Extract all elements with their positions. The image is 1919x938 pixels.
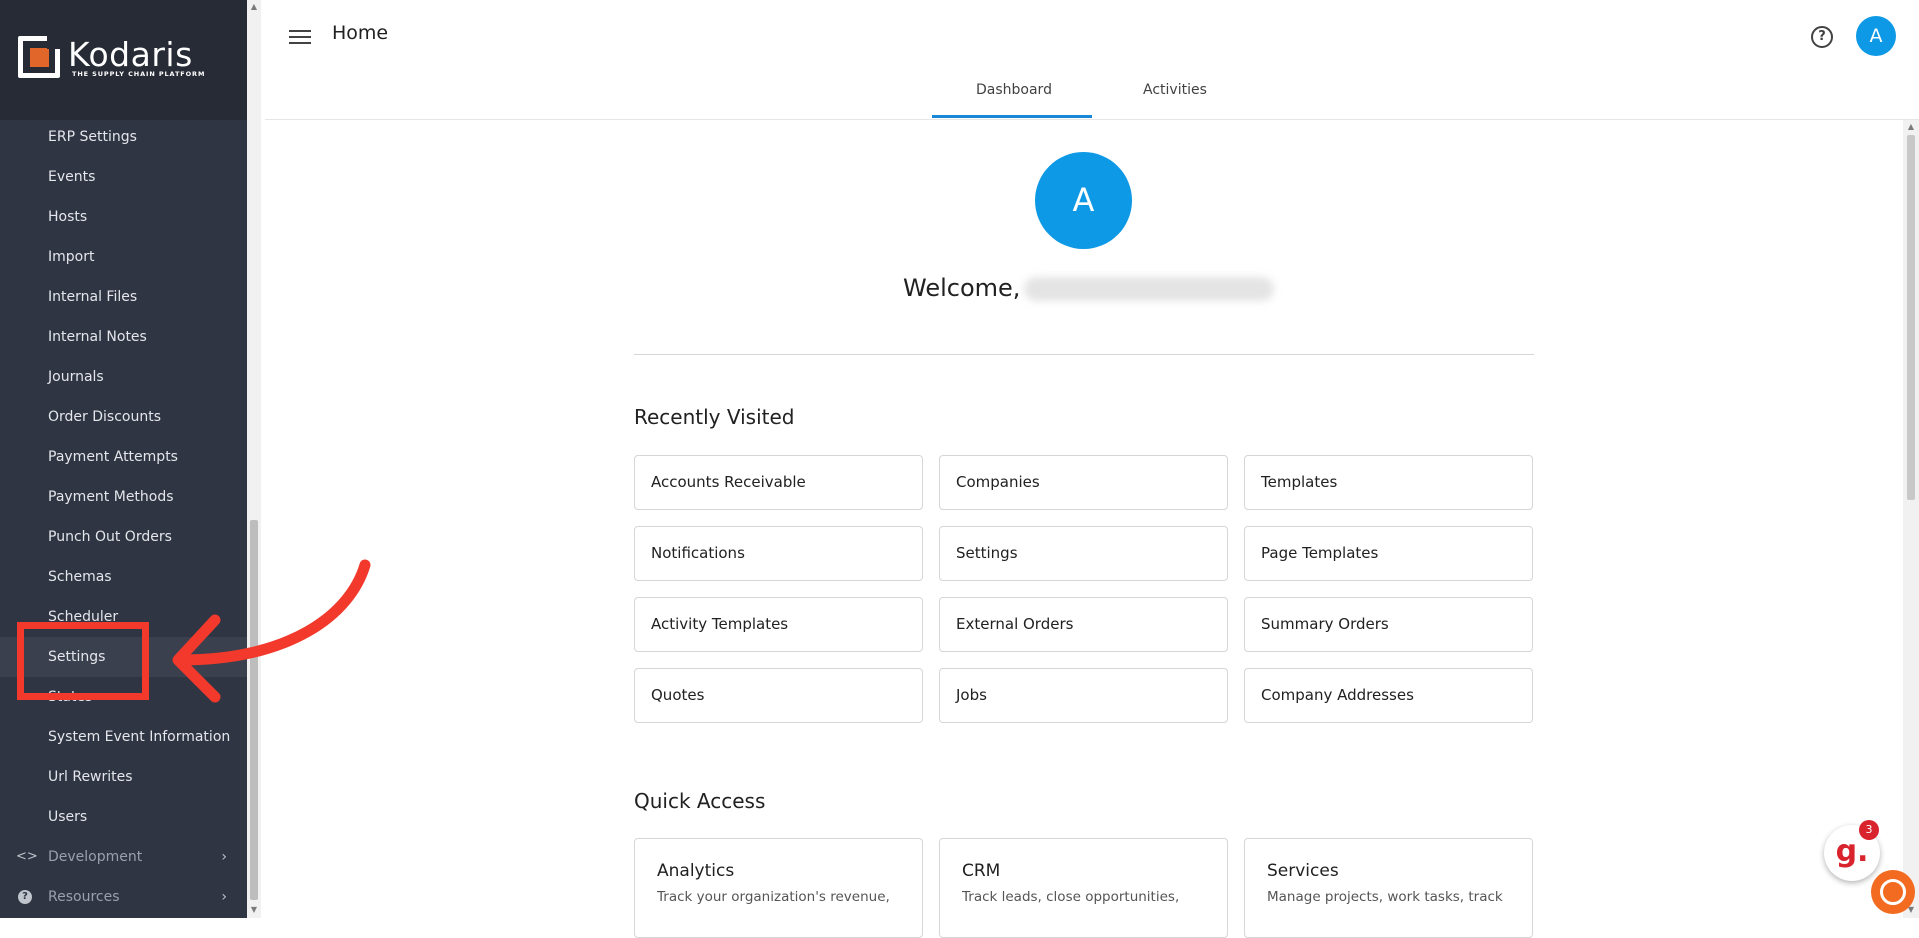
sidebar-item-internal-files[interactable]: Internal Files [0, 277, 247, 317]
sidebar-item-journals[interactable]: Journals [0, 357, 247, 397]
chat-widget-icon[interactable] [1871, 870, 1915, 914]
sidebar-item-order-discounts[interactable]: Order Discounts [0, 397, 247, 437]
brand-name: Kodaris [68, 35, 193, 74]
quick-card-title: Services [1267, 861, 1339, 881]
chevron-right-icon: › [221, 849, 227, 865]
kodaris-logo-icon [18, 35, 61, 78]
sidebar-item-payment-attempts[interactable]: Payment Attempts [0, 437, 247, 477]
sidebar-item-internal-notes[interactable]: Internal Notes [0, 317, 247, 357]
sidebar: Kodaris THE SUPPLY CHAIN PLATFORM ERP Se… [0, 0, 247, 918]
scroll-up-icon[interactable]: ▲ [247, 2, 261, 11]
quick-card-services[interactable]: Services Manage projects, work tasks, tr… [1244, 838, 1533, 938]
sidebar-item-url-rewrites[interactable]: Url Rewrites [0, 757, 247, 797]
code-icon: <> [16, 849, 38, 864]
recently-visited-title: Recently Visited [634, 405, 795, 429]
sidebar-item-users[interactable]: Users [0, 797, 247, 837]
menu-icon[interactable] [289, 26, 311, 48]
quick-card-title: CRM [962, 861, 1001, 881]
divider [634, 354, 1534, 355]
recent-card-jobs[interactable]: Jobs [939, 668, 1228, 723]
logo[interactable]: Kodaris THE SUPPLY CHAIN PLATFORM [0, 0, 247, 120]
quick-card-analytics[interactable]: Analytics Track your organization's reve… [634, 838, 923, 938]
chevron-right-icon: › [221, 889, 227, 905]
notification-badge: 3 [1859, 820, 1879, 840]
recent-card-templates[interactable]: Templates [1244, 455, 1533, 510]
recent-card-companies[interactable]: Companies [939, 455, 1228, 510]
welcome-message: Welcome, [903, 274, 1275, 302]
sidebar-section-development[interactable]: <> Development › [0, 837, 247, 877]
quick-access-title: Quick Access [634, 789, 766, 813]
annotation-arrow-icon [172, 559, 371, 703]
tab-dashboard[interactable]: Dashboard [976, 82, 1052, 98]
sidebar-item-hosts[interactable]: Hosts [0, 197, 247, 237]
sidebar-item-system-event-information[interactable]: System Event Information [0, 717, 247, 757]
main-scrollbar[interactable]: ▲ ▼ [1903, 120, 1919, 918]
sidebar-section-label: Development [48, 849, 143, 865]
help-icon[interactable]: ? [1811, 26, 1833, 48]
app-header: Home ? A Dashboard Activities [265, 0, 1919, 120]
sidebar-item-payment-methods[interactable]: Payment Methods [0, 477, 247, 517]
recent-card-activity-templates[interactable]: Activity Templates [634, 597, 923, 652]
sidebar-item-import[interactable]: Import [0, 237, 247, 277]
recent-card-external-orders[interactable]: External Orders [939, 597, 1228, 652]
user-avatar[interactable]: A [1856, 16, 1896, 56]
quick-card-crm[interactable]: CRM Track leads, close opportunities, [939, 838, 1228, 938]
recent-card-company-addresses[interactable]: Company Addresses [1244, 668, 1533, 723]
sidebar-item-erp-settings[interactable]: ERP Settings [0, 117, 247, 157]
page-title: Home [332, 22, 389, 44]
sidebar-nav: ERP Settings Events Hosts Import Interna… [0, 117, 247, 917]
quick-card-description: Track leads, close opportunities, [962, 889, 1180, 905]
quick-card-description: Track your organization's revenue, [657, 889, 890, 905]
tab-activities[interactable]: Activities [1143, 82, 1207, 98]
sidebar-section-label: Resources [48, 889, 120, 905]
main-scrollbar-thumb[interactable] [1907, 135, 1915, 500]
sidebar-scrollbar[interactable]: ▲ ▼ [247, 0, 261, 918]
sidebar-item-punch-out-orders[interactable]: Punch Out Orders [0, 517, 247, 557]
recent-card-quotes[interactable]: Quotes [634, 668, 923, 723]
active-tab-indicator [932, 115, 1092, 118]
redacted-email [1024, 277, 1275, 301]
quick-card-description: Manage projects, work tasks, track [1267, 889, 1503, 905]
welcome-text: Welcome, [903, 274, 1021, 302]
sidebar-section-resources[interactable]: ? Resources › [0, 877, 247, 917]
quick-card-title: Analytics [657, 861, 735, 881]
recent-card-page-templates[interactable]: Page Templates [1244, 526, 1533, 581]
annotation-highlight-box [17, 622, 149, 700]
recent-card-accounts-receivable[interactable]: Accounts Receivable [634, 455, 923, 510]
scroll-up-icon[interactable]: ▲ [1903, 122, 1919, 131]
profile-avatar: A [1035, 152, 1132, 249]
scroll-down-icon[interactable]: ▼ [247, 905, 261, 914]
recent-card-settings[interactable]: Settings [939, 526, 1228, 581]
sidebar-item-events[interactable]: Events [0, 157, 247, 197]
brand-tagline: THE SUPPLY CHAIN PLATFORM [72, 70, 206, 78]
recent-card-notifications[interactable]: Notifications [634, 526, 923, 581]
help-circle-icon: ? [16, 877, 34, 917]
recent-card-summary-orders[interactable]: Summary Orders [1244, 597, 1533, 652]
